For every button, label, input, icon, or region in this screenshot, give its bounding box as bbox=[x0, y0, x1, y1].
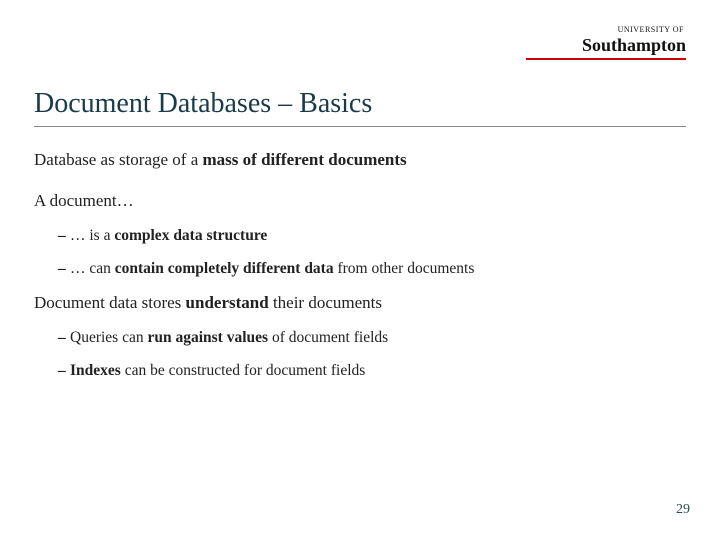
slide-body: Database as storage of a mass of differe… bbox=[34, 149, 686, 380]
slide: UNIVERSITY OF Southampton Document Datab… bbox=[0, 0, 720, 540]
sub-bullet-2: –… can contain completely different data… bbox=[58, 259, 686, 278]
text: of document fields bbox=[268, 329, 388, 346]
bold-text: Indexes bbox=[70, 362, 121, 379]
bold-text: contain completely different data bbox=[115, 260, 334, 277]
bold-text: mass of different documents bbox=[203, 150, 407, 169]
text: Document data stores bbox=[34, 293, 186, 312]
paragraph-2: A document… bbox=[34, 190, 686, 211]
dash-icon: – bbox=[58, 226, 70, 245]
title-rule bbox=[34, 126, 686, 127]
text: … is a bbox=[70, 227, 114, 244]
sub-bullet-1: –… is a complex data structure bbox=[58, 226, 686, 245]
slide-title: Document Databases – Basics bbox=[34, 88, 686, 120]
text: from other documents bbox=[334, 260, 475, 277]
text: … can bbox=[70, 260, 115, 277]
dash-icon: – bbox=[58, 361, 70, 380]
text: their documents bbox=[269, 293, 382, 312]
logo-underline bbox=[526, 58, 686, 60]
dash-icon: – bbox=[58, 328, 70, 347]
bold-text: run against values bbox=[147, 329, 268, 346]
paragraph-3: Document data stores understand their do… bbox=[34, 292, 686, 313]
text: Database as storage of a bbox=[34, 150, 203, 169]
bold-text: complex data structure bbox=[114, 227, 267, 244]
sub-bullet-4: –Indexes can be constructed for document… bbox=[58, 361, 686, 380]
university-logo: UNIVERSITY OF Southampton bbox=[582, 26, 686, 55]
text: can be constructed for document fields bbox=[121, 362, 365, 379]
bold-text: understand bbox=[186, 293, 269, 312]
page-number: 29 bbox=[676, 502, 690, 518]
text: Queries can bbox=[70, 329, 147, 346]
sub-bullet-3: –Queries can run against values of docum… bbox=[58, 328, 686, 347]
paragraph-1: Database as storage of a mass of differe… bbox=[34, 149, 686, 170]
logo-name: Southampton bbox=[582, 36, 686, 54]
logo-caption: UNIVERSITY OF bbox=[582, 26, 684, 34]
dash-icon: – bbox=[58, 259, 70, 278]
